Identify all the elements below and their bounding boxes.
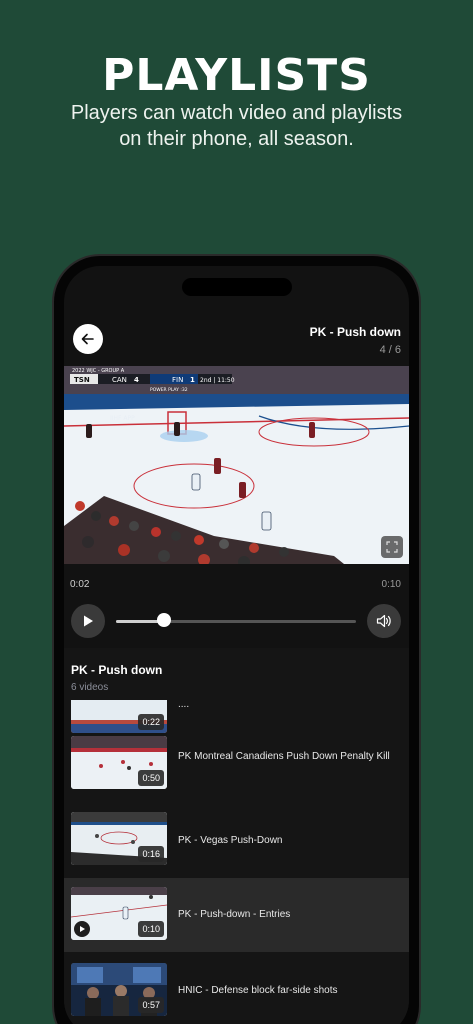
hockey-video-frame: 2022 WJC - GROUP A TSN CAN 4 FIN 1 2nd |… — [64, 366, 409, 564]
scorebug-network: TSN — [74, 376, 90, 384]
promo-subline-line-2: on their phone, all season. — [119, 128, 354, 150]
video-thumbnail: 0:57 — [71, 963, 167, 1016]
scorebug-event: 2022 WJC - GROUP A — [72, 368, 125, 374]
promo-subline: Players can watch video and playlists on… — [40, 100, 433, 152]
video-player[interactable]: 2022 WJC - GROUP A TSN CAN 4 FIN 1 2nd |… — [64, 366, 409, 564]
fullscreen-button[interactable] — [381, 536, 403, 558]
arrow-left-icon — [81, 333, 94, 345]
scorebug-team-away: FIN — [172, 376, 183, 384]
scorebug-score-home: 4 — [134, 376, 139, 384]
playlist-position: 4 / 6 — [379, 344, 401, 356]
video-title: PK - Vegas Push-Down — [178, 835, 283, 846]
play-icon — [84, 615, 93, 627]
phone-screen: PK - Push down 4 / 6 2022 WJC - GROUP A … — [64, 266, 409, 1024]
video-thumbnail: 0:16 — [71, 812, 167, 865]
scorebug-clock: 2nd | 11:50 — [200, 377, 235, 384]
duration-badge: 0:16 — [138, 846, 164, 862]
list-item[interactable]: 0:57 HNIC - Defense block far-side shots — [64, 954, 409, 1024]
promo-headline: PLAYLISTS — [102, 50, 371, 101]
playlist-video-count: 6 videos — [71, 682, 109, 693]
back-button[interactable] — [73, 324, 103, 354]
phone-notch — [182, 278, 292, 296]
playlist-list[interactable]: 0:22 .... 0:50 PK Montreal Canadiens Pus… — [64, 700, 409, 1024]
promo-subline-line-1: Players can watch video and playlists — [70, 102, 403, 124]
duration-badge: 0:10 — [138, 921, 164, 937]
video-title: PK Montreal Canadiens Push Down Penalty … — [178, 751, 390, 762]
list-item[interactable]: 0:50 PK Montreal Canadiens Push Down Pen… — [64, 700, 409, 789]
board-ad: IIHF APP — [110, 415, 135, 422]
video-title: PK - Push down — [309, 325, 401, 339]
play-button[interactable] — [71, 604, 105, 638]
play-icon — [80, 926, 85, 932]
duration-badge: 0:57 — [138, 997, 164, 1013]
total-time: 0:10 — [381, 579, 401, 590]
scorebug-strength: POWER PLAY :32 — [150, 387, 188, 393]
video-thumbnail: 0:10 — [71, 887, 167, 940]
fullscreen-icon — [386, 541, 398, 553]
volume-button[interactable] — [367, 604, 401, 638]
now-playing-indicator — [74, 921, 90, 937]
video-title: PK - Push-down - Entries — [178, 909, 291, 920]
current-time: 0:02 — [70, 579, 90, 590]
list-item-active[interactable]: 0:10 PK - Push-down - Entries — [64, 878, 409, 952]
seek-bar[interactable] — [116, 620, 356, 623]
video-title: HNIC - Defense block far-side shots — [178, 985, 338, 996]
seek-handle[interactable] — [157, 613, 171, 627]
list-item[interactable]: 0:16 PK - Vegas Push-Down — [64, 772, 409, 865]
scorebug-team-home: CAN — [112, 376, 127, 384]
scorebug-score-away: 1 — [190, 376, 195, 384]
playlist-title: PK - Push down — [71, 663, 163, 677]
volume-icon — [376, 614, 391, 628]
